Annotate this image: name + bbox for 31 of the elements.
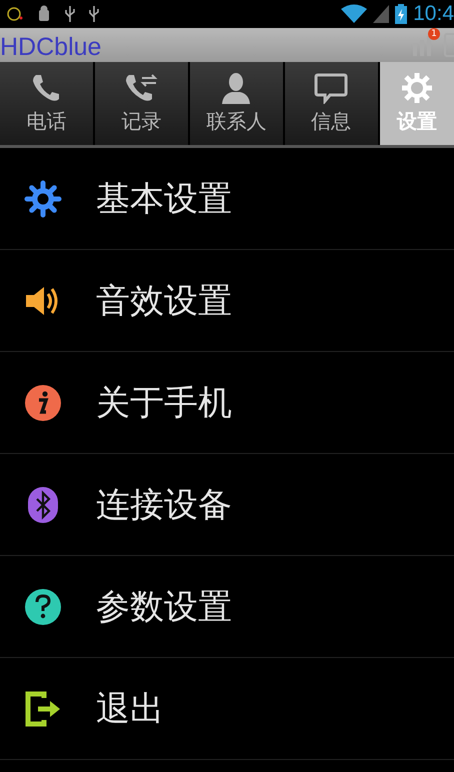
usb-icon xyxy=(88,5,100,23)
notification-badge: 1 xyxy=(428,28,440,40)
menu-item[interactable]: 音效设置 xyxy=(0,250,454,352)
speech-bubble-icon xyxy=(314,72,348,104)
person-icon xyxy=(220,72,252,104)
menu-label: 基本设置 xyxy=(96,178,232,220)
menu-item[interactable]: 参数设置 xyxy=(0,556,454,658)
clock-time: 10:4 xyxy=(413,2,454,26)
menu-item[interactable]: 基本设置 xyxy=(0,148,454,250)
tab[interactable]: 记录 xyxy=(94,62,190,145)
menu-item[interactable]: 退出 xyxy=(0,658,454,760)
menu-label: 关于手机 xyxy=(96,382,232,424)
bar-chart-icon[interactable] xyxy=(412,34,434,56)
gear-icon xyxy=(400,72,433,104)
tab[interactable]: 信息 xyxy=(284,62,380,145)
robot-icon xyxy=(36,5,52,23)
menu-label: 参数设置 xyxy=(96,586,232,628)
tab[interactable]: 联系人 xyxy=(190,62,285,145)
usb-icon xyxy=(64,5,76,23)
gauge-icon xyxy=(6,6,24,22)
app-title: HDCblue xyxy=(0,32,102,62)
signal-icon xyxy=(373,5,390,23)
menu-label: 退出 xyxy=(96,688,164,730)
menu-label: 连接设备 xyxy=(96,484,232,526)
battery-icon xyxy=(395,4,408,24)
phone-arrows-icon xyxy=(124,72,158,104)
menu-item[interactable]: 关于手机 xyxy=(0,352,454,454)
menu-label: 音效设置 xyxy=(96,280,232,322)
menu-item[interactable]: 连接设备 xyxy=(0,454,454,556)
tab[interactable]: 电话 xyxy=(0,62,95,145)
wifi-icon xyxy=(341,4,368,24)
